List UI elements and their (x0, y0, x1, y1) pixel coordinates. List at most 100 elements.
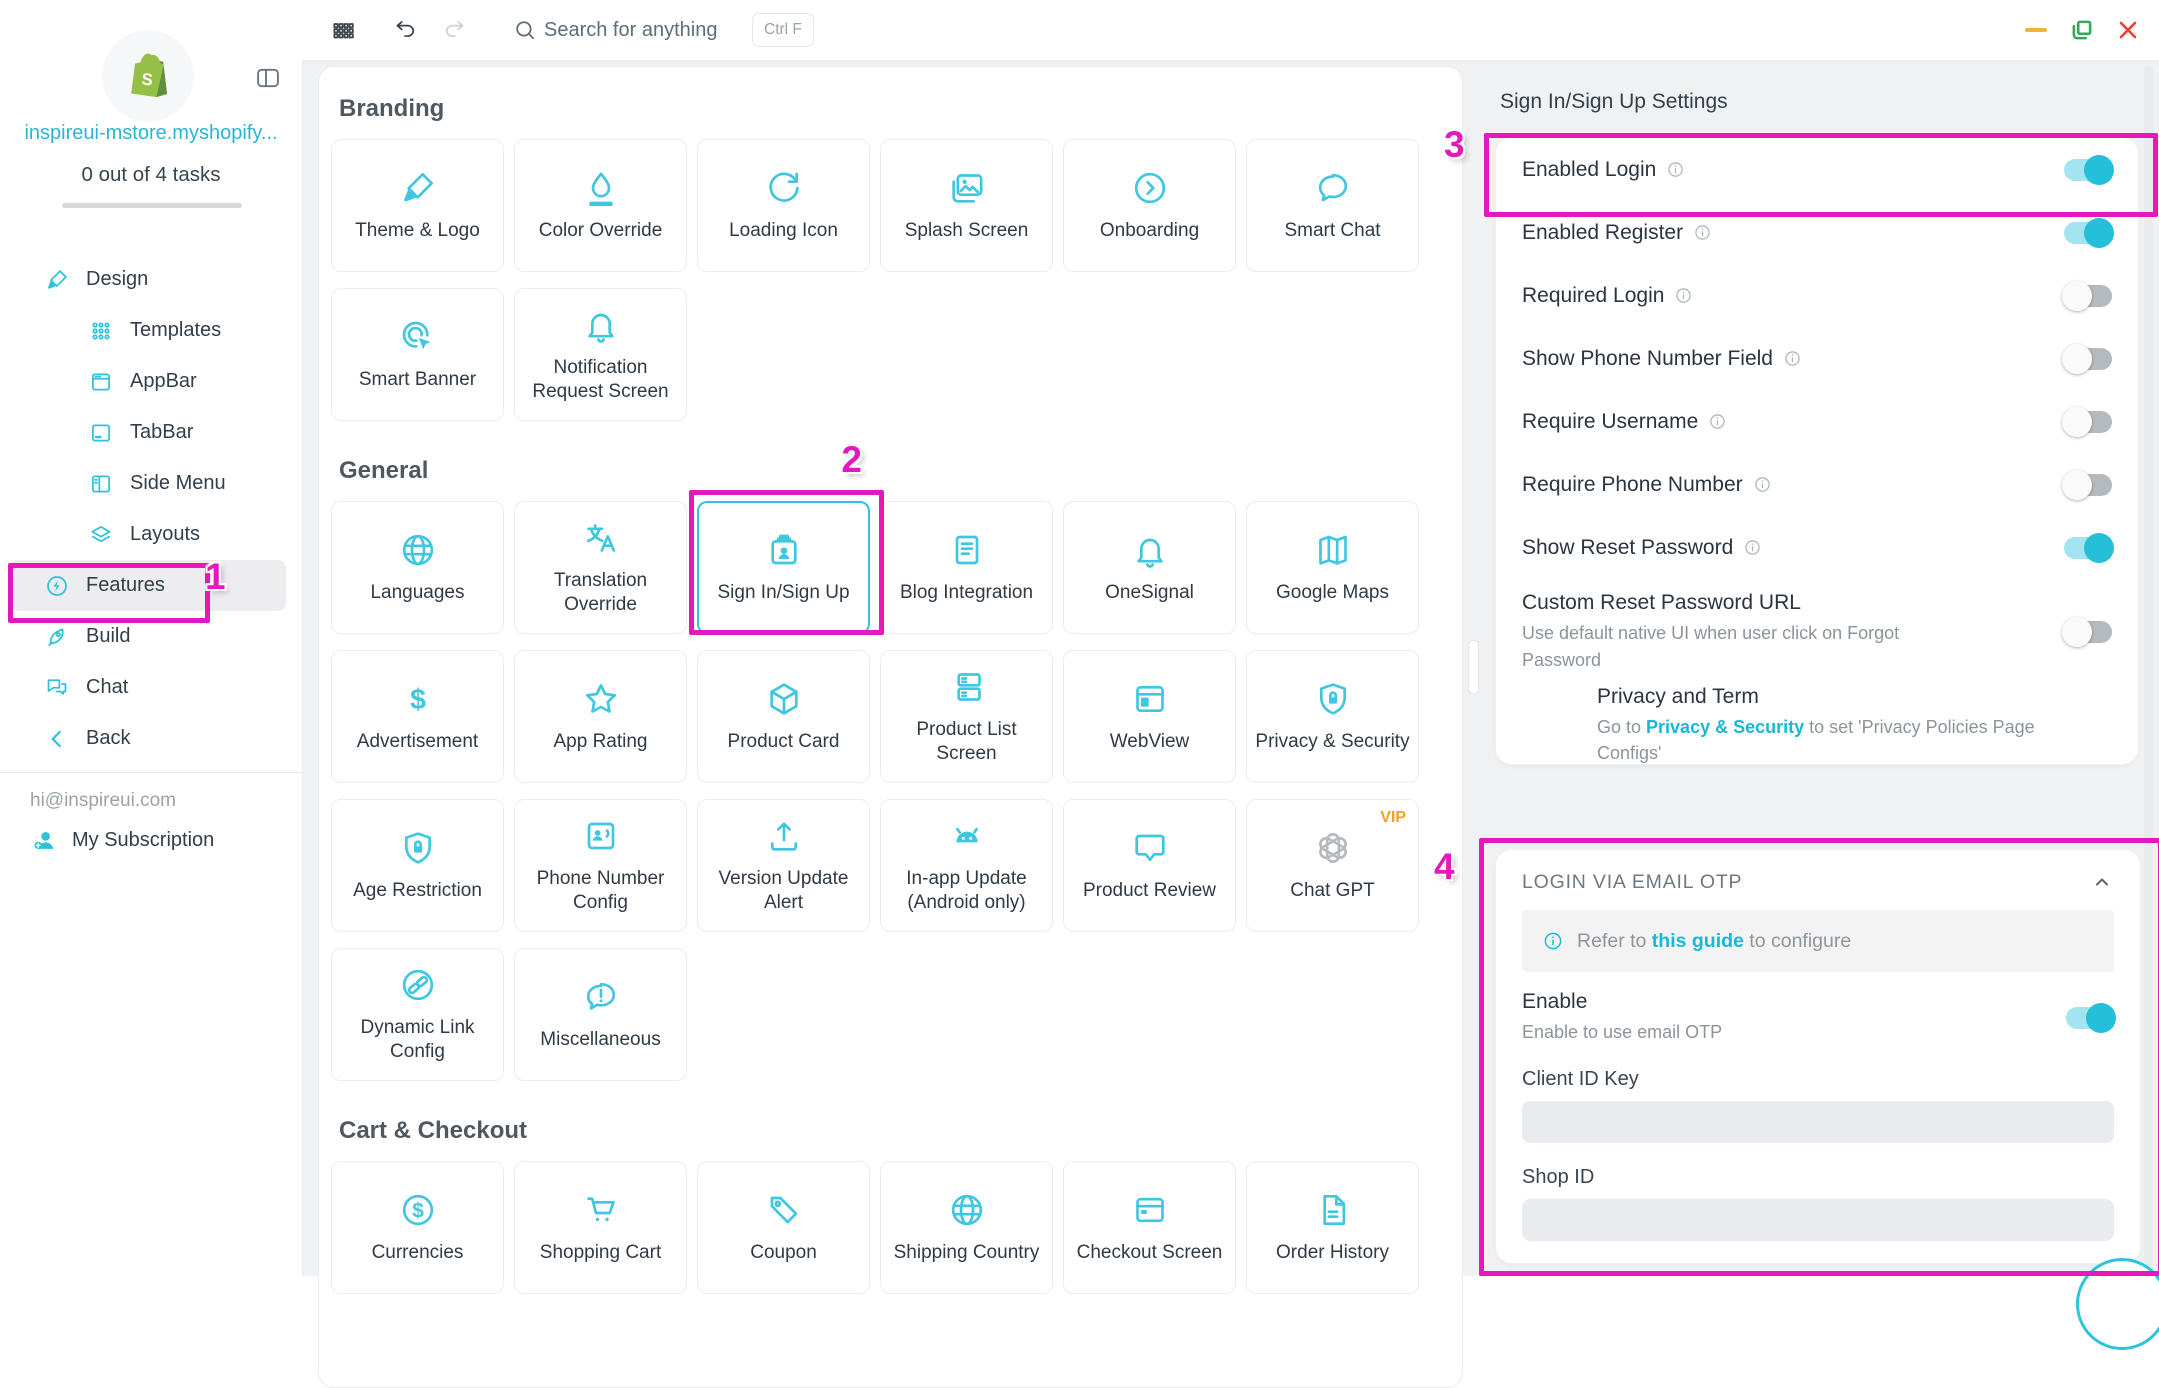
droplet-icon (581, 168, 621, 208)
toggle-require-phone-number[interactable] (2064, 474, 2112, 496)
feature-card-color-override[interactable]: Color Override (514, 139, 687, 272)
redo-icon[interactable] (442, 0, 468, 60)
feature-card-google-maps[interactable]: Google Maps (1246, 501, 1419, 634)
feature-card-blog-integration[interactable]: Blog Integration (880, 501, 1053, 634)
feature-card-label: Color Override (533, 219, 669, 243)
feature-card-label: Product Card (722, 730, 846, 754)
feature-card-chat-gpt[interactable]: VIPChat GPT (1246, 799, 1419, 932)
feature-card-privacy-security[interactable]: Privacy & Security (1246, 650, 1419, 783)
feature-card-label: Theme & Logo (349, 219, 486, 243)
section-title-branding: Branding (339, 95, 1462, 123)
privacy-security-link[interactable]: Privacy & Security (1646, 717, 1804, 737)
feature-card-dynamic-link-config[interactable]: Dynamic Link Config (331, 948, 504, 1081)
sidebar-item-tabbar[interactable]: TabBar (0, 407, 302, 458)
feature-card-product-list-screen[interactable]: Product List Screen (880, 650, 1053, 783)
feature-card-theme-logo[interactable]: Theme & Logo (331, 139, 504, 272)
field-label-client-id-key: Client ID Key (1522, 1068, 2114, 1091)
sidebar-item-build[interactable]: Build (0, 611, 302, 662)
feature-card-onboarding[interactable]: Onboarding (1063, 139, 1236, 272)
feature-card-label: In-app Update (Android only) (881, 867, 1052, 916)
banner-text: Refer to this guide to configure (1577, 930, 1851, 953)
feature-card-product-card[interactable]: Product Card (697, 650, 870, 783)
link-icon (398, 965, 438, 1005)
feature-card-translation-override[interactable]: Translation Override (514, 501, 687, 634)
feature-card-label: Google Maps (1270, 581, 1395, 605)
window-minimize-button[interactable] (2025, 28, 2047, 32)
sidebar-item-features[interactable]: Features (10, 560, 286, 611)
toggle-require-username[interactable] (2064, 411, 2112, 433)
feature-card-order-history[interactable]: Order History (1246, 1161, 1419, 1294)
feature-card-languages[interactable]: Languages (331, 501, 504, 634)
sidebar-collapse-icon[interactable] (254, 64, 282, 92)
sidebar-item-design[interactable]: Design (0, 254, 302, 305)
feature-card-checkout-screen[interactable]: Checkout Screen (1063, 1161, 1236, 1294)
sidebar-item-chat[interactable]: Chat (0, 662, 302, 713)
window-maximize-button[interactable] (2069, 17, 2095, 43)
feature-card-label: Dynamic Link Config (332, 1016, 503, 1065)
annotation-number-1: 1 (205, 558, 226, 595)
brush-icon (44, 267, 70, 293)
feature-card-sign-in-sign-up[interactable]: Sign In/Sign Up2 (697, 501, 870, 634)
toggle-enabled-register[interactable] (2064, 222, 2112, 244)
feature-card-loading-icon[interactable]: Loading Icon (697, 139, 870, 272)
shieldlock-icon (1313, 679, 1353, 719)
feature-card-product-review[interactable]: Product Review (1063, 799, 1236, 932)
feature-card-age-restriction[interactable]: Age Restriction (331, 799, 504, 932)
onboarding-icon (1130, 168, 1170, 208)
search-input[interactable]: Search for anything (544, 0, 717, 60)
toggle-enabled-login[interactable] (2064, 159, 2112, 181)
paneltoggle-icon (254, 64, 282, 92)
toggle-custom-reset-password-url[interactable] (2064, 621, 2112, 643)
feature-card-coupon[interactable]: Coupon (697, 1161, 870, 1294)
enable-sublabel: Enable to use email OTP (1522, 1019, 1722, 1045)
feature-card-splash-screen[interactable]: Splash Screen (880, 139, 1053, 272)
feature-card-label: Translation Override (515, 569, 686, 618)
feature-card-onesignal[interactable]: OneSignal (1063, 501, 1236, 634)
toggle-show-phone-number-field[interactable] (2064, 348, 2112, 370)
main-scrollbar-thumb[interactable] (1468, 640, 1479, 694)
otp-enable-row: Enable Enable to use email OTP (1522, 990, 2114, 1045)
feature-card-shopping-cart[interactable]: Shopping Cart (514, 1161, 687, 1294)
sidebar-item-back[interactable]: Back (0, 713, 302, 764)
apps-grid-icon[interactable] (330, 0, 356, 60)
feature-card-label: Version Update Alert (698, 867, 869, 916)
feature-card-smart-banner[interactable]: Smart Banner (331, 288, 504, 421)
undo-icon[interactable] (392, 0, 418, 60)
feature-card-shipping-country[interactable]: Shipping Country (880, 1161, 1053, 1294)
signin-settings-card: Enabled LoginEnabled RegisterRequired Lo… (1496, 138, 2138, 764)
sidebar-item-appbar[interactable]: AppBar (0, 356, 302, 407)
feature-card-miscellaneous[interactable]: Miscellaneous (514, 948, 687, 1081)
toggle-show-reset-password[interactable] (2064, 537, 2112, 559)
search-icon[interactable] (512, 0, 538, 60)
chevron-up-icon[interactable] (2090, 870, 2114, 894)
panel-scrollbar-track[interactable] (2144, 66, 2153, 1276)
toggle-enable-email-otp[interactable] (2066, 1007, 2114, 1029)
sidebar-item-layouts[interactable]: Layouts (0, 509, 302, 560)
settings-panel-title: Sign In/Sign Up Settings (1500, 90, 1728, 114)
setting-row-enabled-register: Enabled Register (1522, 201, 2112, 264)
subscription-icon (30, 826, 58, 854)
store-name[interactable]: inspireui-mstore.myshopify... (0, 122, 302, 145)
feature-card-advertisement[interactable]: $Advertisement (331, 650, 504, 783)
undo-icon (392, 17, 418, 43)
toggle-required-login[interactable] (2064, 285, 2112, 307)
guide-link[interactable]: this guide (1652, 930, 1744, 952)
feature-card-in-app-update-android-only[interactable]: In-app Update (Android only) (880, 799, 1053, 932)
feature-card-app-rating[interactable]: App Rating (514, 650, 687, 783)
feature-card-currencies[interactable]: $Currencies (331, 1161, 504, 1294)
feature-card-phone-number-config[interactable]: Phone Number Config (514, 799, 687, 932)
feature-card-notification-request-screen[interactable]: Notification Request Screen (514, 288, 687, 421)
field-input-shop-id[interactable] (1522, 1199, 2114, 1241)
sidebar-item-side-menu[interactable]: Side Menu (0, 458, 302, 509)
sidebar-item-my-subscription[interactable]: My Subscription (30, 826, 214, 854)
feature-card-label: Smart Chat (1278, 219, 1386, 243)
feature-card-smart-chat[interactable]: Smart Chat (1246, 139, 1419, 272)
window-close-button[interactable] (2115, 17, 2141, 43)
setting-label: Privacy and Term (1597, 685, 1759, 709)
floating-action-button[interactable] (2076, 1258, 2159, 1350)
feature-card-webview[interactable]: WebView (1063, 650, 1236, 783)
field-input-client-id-key[interactable] (1522, 1101, 2114, 1143)
feature-card-version-update-alert[interactable]: Version Update Alert (697, 799, 870, 932)
globe-icon (398, 530, 438, 570)
sidebar-item-templates[interactable]: Templates (0, 305, 302, 356)
